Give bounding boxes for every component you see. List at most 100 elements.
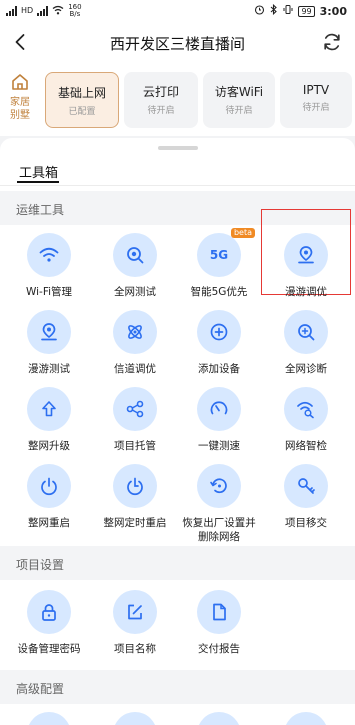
tool-label: 整网升级 <box>28 440 70 452</box>
signal-icon <box>6 6 17 16</box>
tool-label: 项目托管 <box>114 440 156 452</box>
drag-handle[interactable] <box>158 146 198 150</box>
home-label-line2: 别墅 <box>10 110 30 121</box>
tool-network-upgrade[interactable]: 整网升级 <box>4 387 94 453</box>
atom-icon <box>113 310 157 354</box>
tool-label: 网络智检 <box>285 440 327 452</box>
beta-badge: beta <box>230 228 255 238</box>
network-speed: 160 B/s <box>68 3 82 18</box>
service-card-basic-internet[interactable]: 基础上网 已配置 <box>45 72 119 128</box>
status-bar: HD 160 B/s 99 3:00 <box>0 0 355 22</box>
service-status: 已配置 <box>68 107 96 117</box>
service-row: 家居 别墅 基础上网 已配置 云打印 待开启 访客WiFi 待开启 IPTV 待… <box>0 64 355 136</box>
refresh-icon <box>324 33 340 51</box>
tool-label: 漫游测试 <box>28 363 70 375</box>
tool-label: 全网测试 <box>114 286 156 298</box>
service-name: 访客WiFi <box>214 85 264 99</box>
5g-text: 5G <box>209 248 229 262</box>
tool-delivery-report[interactable]: 交付报告 <box>174 590 264 656</box>
tool-project-transfer[interactable]: 项目移交 <box>261 464 351 530</box>
tool-network-diagnosis[interactable]: 全网诊断 <box>261 310 351 376</box>
header: 西开发区三楼直播间 <box>0 22 355 64</box>
tool-roaming-test[interactable]: 漫游测试 <box>4 310 94 376</box>
tool-network-restart[interactable]: 整网重启 <box>4 464 94 530</box>
section-title: 运维工具 <box>16 203 65 217</box>
divider <box>0 185 355 186</box>
tool-label: 漫游调优 <box>285 286 327 298</box>
tool-label: 信道调优 <box>114 363 156 375</box>
toolbox-sheet: 工具箱 运维工具 Wi-Fi管理 全网测试 5G beta 智能5G优先 漫游调… <box>0 138 355 725</box>
clock: 3:00 <box>319 4 347 18</box>
bluetooth-icon <box>270 3 278 18</box>
service-card-guest-wifi[interactable]: 访客WiFi 待开启 <box>203 72 275 128</box>
tool-scheduled-restart[interactable]: 整网定时重启 <box>90 464 180 530</box>
service-name: 云打印 <box>142 85 179 99</box>
tool-label: 整网定时重启 <box>103 517 167 529</box>
tool-project-name[interactable]: 项目名称 <box>90 590 180 656</box>
upgrade-arrow-icon <box>27 387 71 431</box>
document-icon <box>197 590 241 634</box>
service-card-cloud-print[interactable]: 云打印 待开启 <box>124 72 198 128</box>
advanced-tool-icon[interactable] <box>197 712 241 725</box>
search-target-icon <box>113 233 157 277</box>
power-icon <box>27 464 71 508</box>
signal-icon-2 <box>37 6 49 16</box>
tool-label: 一键测速 <box>198 440 240 452</box>
tool-label: 恢复出厂设置并 删除网络 <box>182 517 256 543</box>
tab-toolbox[interactable]: 工具箱 <box>19 162 58 181</box>
tool-roaming-tuning[interactable]: 漫游调优 <box>261 233 351 299</box>
service-status: 待开启 <box>302 103 330 113</box>
zoom-search-icon <box>284 310 328 354</box>
home-label-line1: 家居 <box>10 97 30 108</box>
advanced-tool-icon[interactable] <box>27 712 71 725</box>
key-icon <box>284 464 328 508</box>
edit-icon <box>113 590 157 634</box>
location-pin-icon <box>27 310 71 354</box>
service-status: 待开启 <box>147 106 175 116</box>
advanced-tool-icon[interactable] <box>284 712 328 725</box>
tool-device-password[interactable]: 设备管理密码 <box>4 590 94 656</box>
tool-project-hosting[interactable]: 项目托管 <box>90 387 180 453</box>
wifi-status-icon <box>52 5 64 18</box>
tool-add-device[interactable]: 添加设备 <box>174 310 264 376</box>
service-status: 待开启 <box>225 106 253 116</box>
tool-speed-test[interactable]: 一键测速 <box>174 387 264 453</box>
add-circle-icon <box>197 310 241 354</box>
vibrate-icon <box>283 4 293 18</box>
location-pin-icon <box>284 233 328 277</box>
section-header-advanced: 高级配置 <box>0 670 355 704</box>
restore-icon <box>197 464 241 508</box>
refresh-button[interactable] <box>321 31 343 53</box>
advanced-tool-icon[interactable] <box>113 712 157 725</box>
lock-icon <box>27 590 71 634</box>
tool-network-smart-check[interactable]: 网络智检 <box>261 387 351 453</box>
service-card-iptv[interactable]: IPTV 待开启 <box>280 72 352 128</box>
alarm-icon <box>254 4 265 18</box>
tool-label: 交付报告 <box>198 643 240 655</box>
tool-label: 项目名称 <box>114 643 156 655</box>
home-scene-selector[interactable]: 家居 别墅 <box>2 72 38 122</box>
home-icon <box>12 74 28 90</box>
tool-network-test[interactable]: 全网测试 <box>90 233 180 299</box>
network-tag: HD <box>21 6 34 15</box>
service-name: 基础上网 <box>57 86 106 100</box>
tool-smart-5g[interactable]: 5G beta 智能5G优先 <box>174 228 264 299</box>
tool-label: 整网重启 <box>28 517 70 529</box>
speedometer-icon <box>197 387 241 431</box>
page-title: 西开发区三楼直播间 <box>109 35 245 53</box>
section-title: 项目设置 <box>16 558 65 572</box>
share-nodes-icon <box>113 387 157 431</box>
tool-label: Wi-Fi管理 <box>25 286 73 298</box>
tool-factory-reset[interactable]: 恢复出厂设置并 删除网络 <box>174 464 264 544</box>
tool-label: 项目移交 <box>285 517 327 529</box>
tool-channel-tuning[interactable]: 信道调优 <box>90 310 180 376</box>
section-header-project: 项目设置 <box>0 546 355 580</box>
tool-label: 添加设备 <box>198 363 240 375</box>
wifi-search-icon <box>284 387 328 431</box>
tool-wifi-management[interactable]: Wi-Fi管理 <box>4 233 94 299</box>
battery-indicator: 99 <box>298 5 315 17</box>
tool-label: 全网诊断 <box>285 363 327 375</box>
tab-underline <box>17 181 59 183</box>
wifi-icon <box>27 233 71 277</box>
section-title: 高级配置 <box>16 682 65 696</box>
